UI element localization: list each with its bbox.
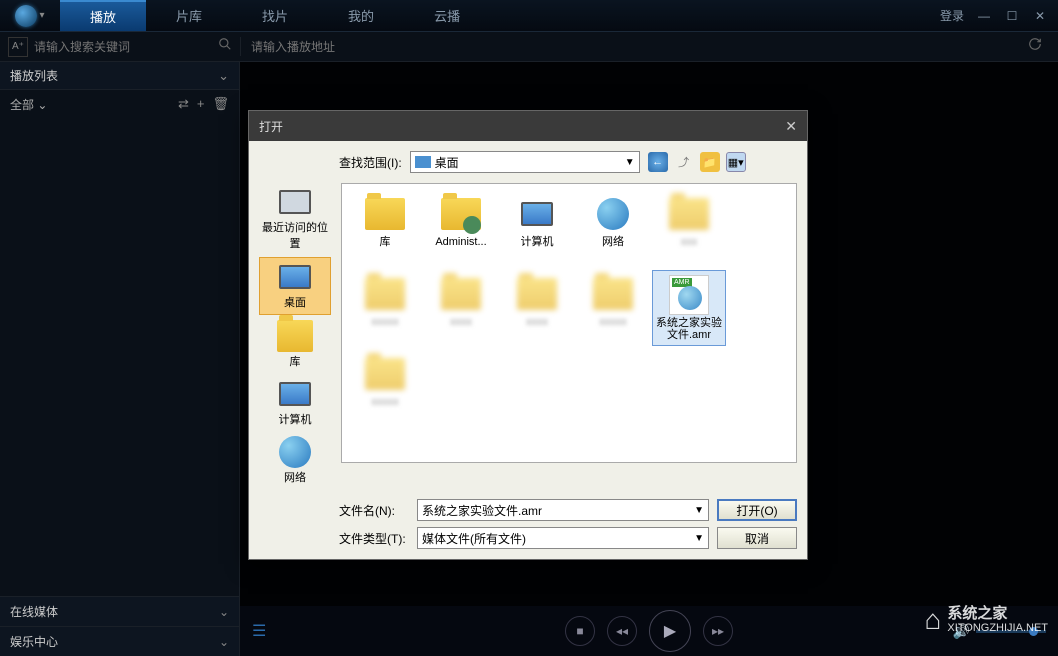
file-label: 库 xyxy=(380,236,391,248)
next-button[interactable]: ▸▸ xyxy=(703,616,733,646)
refresh-icon[interactable] xyxy=(1028,37,1042,56)
file-label: 系统之家实验文件.amr xyxy=(655,317,723,341)
playlist-toggle-icon[interactable]: ☰ xyxy=(252,621,266,641)
place-label: 库 xyxy=(290,353,301,369)
close-button[interactable]: ✕ xyxy=(1032,8,1048,24)
place-label: 最近访问的位置 xyxy=(261,219,329,251)
open-file-dialog: 打开 ✕ 查找范围(I): 桌面 ▼ ← ⤴ 📁 ▦▾ 最近访问的位置 xyxy=(248,110,808,560)
file-item-blurred[interactable]: xxxxx xyxy=(348,270,422,346)
section-entertainment[interactable]: 娱乐中心 ⌄ xyxy=(0,626,239,656)
place-desktop[interactable]: 桌面 xyxy=(259,257,331,315)
watermark: ⌂ 系统之家 XITONGZHIJIA.NET xyxy=(924,604,1048,636)
delete-icon[interactable]: 🗑 xyxy=(212,96,229,112)
tab-mine[interactable]: 我的 xyxy=(318,0,404,31)
file-list[interactable]: 库 Administ... 计算机 网络 xxx xyxy=(341,183,797,463)
place-label: 网络 xyxy=(284,469,306,485)
play-button[interactable]: ▶ xyxy=(649,610,691,652)
desktop-icon xyxy=(415,156,431,168)
tab-library[interactable]: 片库 xyxy=(146,0,232,31)
chevron-down-icon: ⌄ xyxy=(219,605,229,619)
cancel-button[interactable]: 取消 xyxy=(717,527,797,549)
logo-icon xyxy=(15,5,37,27)
place-recent[interactable]: 最近访问的位置 xyxy=(259,183,331,255)
nav-up-button[interactable]: ⤴ xyxy=(674,152,694,172)
dialog-close-button[interactable]: ✕ xyxy=(785,118,797,135)
chevron-down-icon[interactable]: ⌄ xyxy=(218,68,229,84)
playlist-filter: 全部 ⌄ ⇄ + 🗑 xyxy=(0,90,239,118)
topbar: ▾ 播放 片库 找片 我的 云播 登录 — ☐ ✕ xyxy=(0,0,1058,32)
place-label: 桌面 xyxy=(284,294,306,310)
file-item-library[interactable]: 库 xyxy=(348,190,422,266)
section-label: 在线媒体 xyxy=(10,603,58,620)
view-menu-button[interactable]: ▦▾ xyxy=(726,152,746,172)
file-item-blurred[interactable]: xxxxx xyxy=(576,270,650,346)
filename-input[interactable]: 系统之家实验文件.amr ▼ xyxy=(417,499,709,521)
search-icon[interactable] xyxy=(218,37,232,56)
filetype-label: 文件类型(T): xyxy=(339,530,409,547)
file-item-amr-selected[interactable]: 系统之家实验文件.amr xyxy=(652,270,726,346)
file-label: Administ... xyxy=(435,236,486,248)
filetype-dropdown[interactable]: 媒体文件(所有文件) ▼ xyxy=(417,527,709,549)
tab-cloud[interactable]: 云播 xyxy=(404,0,490,31)
sidebar: 播放列表 ⌄ 全部 ⌄ ⇄ + 🗑 在线媒体 ⌄ 娱乐中心 ⌄ xyxy=(0,62,240,656)
lookin-value: 桌面 xyxy=(435,154,459,171)
chevron-down-icon: ▼ xyxy=(694,505,704,516)
house-icon: ⌂ xyxy=(924,604,941,636)
stop-button[interactable]: ■ xyxy=(565,616,595,646)
places-bar: 最近访问的位置 桌面 库 计算机 网络 xyxy=(259,183,331,489)
shuffle-icon[interactable]: ⇄ xyxy=(178,96,189,112)
new-folder-button[interactable]: 📁 xyxy=(700,152,720,172)
chevron-down-icon: ⌄ xyxy=(219,635,229,649)
watermark-title: 系统之家 xyxy=(947,606,1048,623)
nav-tabs: 播放 片库 找片 我的 云播 xyxy=(60,0,490,31)
lookin-dropdown[interactable]: 桌面 ▼ xyxy=(410,151,640,173)
login-link[interactable]: 登录 xyxy=(940,7,964,24)
app-logo[interactable]: ▾ xyxy=(0,5,60,27)
dialog-title-text: 打开 xyxy=(259,118,283,135)
playlist-title: 播放列表 xyxy=(10,67,58,84)
filename-label: 文件名(N): xyxy=(339,502,409,519)
file-item-blurred[interactable]: xxxx xyxy=(500,270,574,346)
filename-value: 系统之家实验文件.amr xyxy=(422,502,542,519)
watermark-url: XITONGZHIJIA.NET xyxy=(947,622,1048,634)
address-input[interactable] xyxy=(251,40,1028,54)
font-size-button[interactable]: A⁺ xyxy=(8,37,28,57)
chevron-down-icon: ▼ xyxy=(625,157,635,168)
search-input[interactable] xyxy=(34,40,212,54)
section-online-media[interactable]: 在线媒体 ⌄ xyxy=(0,596,239,626)
playlist-body xyxy=(0,118,239,596)
minimize-button[interactable]: — xyxy=(976,8,992,24)
nav-back-button[interactable]: ← xyxy=(648,152,668,172)
file-item-computer[interactable]: 计算机 xyxy=(500,190,574,266)
chevron-down-icon: ▼ xyxy=(694,533,704,544)
file-label: 计算机 xyxy=(521,236,554,248)
playlist-header: 播放列表 ⌄ xyxy=(0,62,239,90)
file-label: 网络 xyxy=(602,236,624,248)
open-button[interactable]: 打开(O) xyxy=(717,499,797,521)
place-library[interactable]: 库 xyxy=(259,317,331,373)
filetype-value: 媒体文件(所有文件) xyxy=(422,530,526,547)
place-label: 计算机 xyxy=(279,411,312,427)
file-item-blurred[interactable]: xxxx xyxy=(424,270,498,346)
file-item-blurred[interactable]: xxx xyxy=(652,190,726,266)
file-item-network[interactable]: 网络 xyxy=(576,190,650,266)
place-computer[interactable]: 计算机 xyxy=(259,375,331,431)
add-icon[interactable]: + xyxy=(197,96,205,112)
lookin-label: 查找范围(I): xyxy=(339,154,402,171)
place-network[interactable]: 网络 xyxy=(259,433,331,489)
tab-play[interactable]: 播放 xyxy=(60,0,146,31)
toolbar: A⁺ xyxy=(0,32,1058,62)
tab-find[interactable]: 找片 xyxy=(232,0,318,31)
file-item-blurred[interactable]: xxxxx xyxy=(348,350,422,426)
prev-button[interactable]: ◂◂ xyxy=(607,616,637,646)
maximize-button[interactable]: ☐ xyxy=(1004,8,1020,24)
dialog-titlebar: 打开 ✕ xyxy=(249,111,807,141)
filter-all[interactable]: 全部 ⌄ xyxy=(10,96,47,113)
section-label: 娱乐中心 xyxy=(10,633,58,650)
file-item-admin[interactable]: Administ... xyxy=(424,190,498,266)
